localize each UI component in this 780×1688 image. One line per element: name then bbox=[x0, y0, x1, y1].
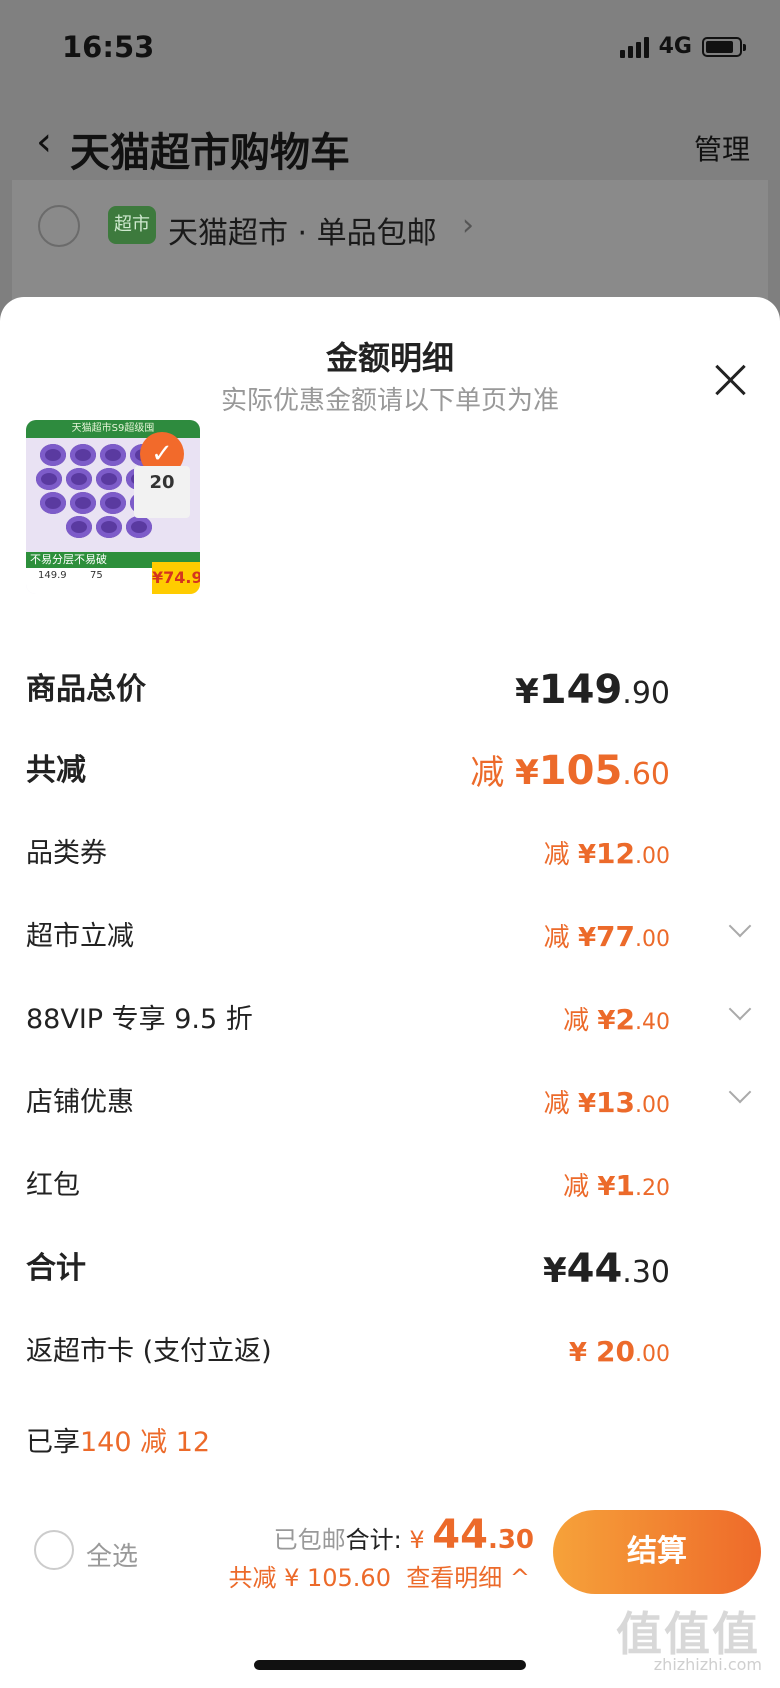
footer-total: 已包邮合计: ¥ 44.30 bbox=[274, 1512, 534, 1558]
amount-prefix: 减 bbox=[543, 840, 578, 870]
amount-yen: ¥ bbox=[515, 753, 539, 793]
detail-row: 合计 ¥44.30 bbox=[26, 1244, 726, 1294]
detail-row[interactable]: 超市立减 减 ¥77.00 bbox=[26, 912, 752, 962]
amount-integer: 44 bbox=[566, 1246, 623, 1292]
battery-icon bbox=[702, 36, 746, 57]
detail-row-amount: ¥149.90 bbox=[515, 665, 670, 723]
amount-integer: 149 bbox=[538, 667, 623, 713]
select-all-radio[interactable] bbox=[34, 1530, 74, 1570]
shop-badge: 超市 bbox=[108, 206, 156, 244]
checkout-button[interactable]: 结算 bbox=[553, 1510, 761, 1594]
close-icon[interactable] bbox=[712, 362, 748, 398]
detail-row[interactable]: 88VIP 专享 9.5 折 减 ¥2.40 bbox=[26, 995, 752, 1045]
watermark-url: zhizhizhi.com bbox=[653, 1655, 762, 1674]
amount-decimal: .60 bbox=[622, 757, 670, 792]
signal-icon bbox=[619, 36, 649, 58]
shop-select-radio[interactable] bbox=[38, 205, 80, 247]
detail-row: 品类券 减 ¥12.00 bbox=[26, 829, 726, 879]
amount-integer: 105 bbox=[538, 748, 623, 794]
product-original-price: 149.9 bbox=[38, 570, 67, 581]
shop-name[interactable]: 天猫超市 · 单品包邮 bbox=[168, 208, 437, 252]
detail-row: 红包 减 ¥1.20 bbox=[26, 1161, 726, 1211]
amount-yen: ¥ bbox=[577, 840, 597, 870]
product-final-price: ¥74.9 bbox=[152, 562, 200, 594]
detail-row: 返超市卡 (支付立返) ¥ 20.00 bbox=[26, 1327, 726, 1377]
amount-decimal: .00 bbox=[635, 1342, 670, 1367]
detail-row-amount: 减 ¥77.00 bbox=[544, 912, 670, 966]
product-discount-price: 75 bbox=[90, 570, 103, 581]
back-icon[interactable]: ‹ bbox=[36, 122, 52, 162]
detail-row-amount: 减 ¥105.60 bbox=[470, 746, 670, 804]
amount-integer: 20 bbox=[596, 1335, 635, 1368]
enjoyed-label: 已享 bbox=[26, 1427, 80, 1458]
amount-yen: ¥ bbox=[542, 1251, 567, 1291]
view-detail-link[interactable]: 查看明细 ^ bbox=[406, 1564, 530, 1592]
amount-integer: 2 bbox=[615, 1003, 635, 1036]
detail-row-amount: 减 ¥13.00 bbox=[544, 1078, 670, 1132]
detail-row-amount: 减 ¥2.40 bbox=[563, 995, 670, 1049]
rebate-card: 20 bbox=[134, 466, 190, 518]
total-label: 合计: bbox=[345, 1526, 402, 1554]
detail-row-label: 店铺优惠 bbox=[26, 1087, 134, 1118]
amount-yen: ¥ bbox=[577, 1089, 597, 1119]
detail-row[interactable]: 店铺优惠 减 ¥13.00 bbox=[26, 1078, 752, 1128]
amount-yen: ¥ bbox=[597, 1172, 616, 1202]
detail-row-label: 返超市卡 (支付立返) bbox=[26, 1336, 272, 1367]
status-time: 16:53 bbox=[62, 30, 155, 64]
amount-prefix: 减 bbox=[470, 753, 516, 793]
enjoyed-row: 已享140 减 12 bbox=[26, 1418, 726, 1468]
detail-row: 商品总价 ¥149.90 bbox=[26, 665, 726, 715]
amount-decimal: .20 bbox=[635, 1176, 670, 1201]
network-label: 4G bbox=[658, 34, 692, 59]
sheet-title: 金额明细 bbox=[325, 339, 454, 377]
amount-yen: ¥ bbox=[577, 923, 597, 953]
status-indicators: 4G bbox=[619, 34, 746, 59]
amount-decimal: .30 bbox=[622, 1255, 670, 1290]
amount-integer: 1 bbox=[615, 1169, 635, 1202]
home-indicator bbox=[254, 1660, 526, 1670]
detail-row: 共减 减 ¥105.60 bbox=[26, 746, 726, 796]
amount-prefix: 减 bbox=[563, 1006, 598, 1036]
select-all-label[interactable]: 全选 bbox=[86, 1536, 138, 1573]
amount-yen: ¥ bbox=[568, 1338, 597, 1368]
amount-decimal: .00 bbox=[635, 844, 670, 869]
detail-row-label: 共减 bbox=[26, 753, 86, 788]
enjoyed-value: 140 减 12 bbox=[80, 1427, 211, 1458]
footer-savings: 共减 ¥ 105.60 查看明细 ^ bbox=[228, 1558, 530, 1593]
amount-integer: 12 bbox=[596, 837, 635, 870]
amount-prefix: 减 bbox=[543, 1089, 578, 1119]
total-yen: ¥ bbox=[409, 1526, 433, 1554]
total-int: 44 bbox=[432, 1512, 488, 1558]
amount-yen: ¥ bbox=[515, 672, 539, 712]
amount-prefix: 减 bbox=[543, 923, 578, 953]
manage-button[interactable]: 管理 bbox=[694, 128, 750, 168]
sheet-subtitle: 实际优惠金额请以下单页为准 bbox=[220, 386, 559, 416]
detail-row-amount: 减 ¥1.20 bbox=[563, 1161, 670, 1215]
amount-yen: ¥ bbox=[597, 1006, 616, 1036]
savings-text: 共减 ¥ 105.60 bbox=[228, 1564, 391, 1592]
detail-row-amount: ¥44.30 bbox=[543, 1244, 670, 1302]
detail-row-amount: ¥ 20.00 bbox=[569, 1327, 670, 1381]
amount-decimal: .00 bbox=[635, 1093, 670, 1118]
amount-prefix: 减 bbox=[563, 1172, 598, 1202]
detail-row-label: 88VIP 专享 9.5 折 bbox=[26, 1004, 253, 1035]
chevron-right-icon: › bbox=[462, 208, 474, 243]
page-title: 天猫超市购物车 bbox=[70, 130, 350, 176]
amount-integer: 77 bbox=[596, 920, 635, 953]
detail-row-label: 红包 bbox=[26, 1170, 80, 1201]
detail-row-label: 合计 bbox=[26, 1251, 86, 1286]
total-dec: .30 bbox=[487, 1525, 534, 1555]
shipping-label: 已包邮 bbox=[273, 1526, 346, 1554]
amount-decimal: .00 bbox=[635, 927, 670, 952]
detail-row-label: 品类券 bbox=[26, 838, 107, 869]
detail-row-amount: 减 ¥12.00 bbox=[544, 829, 670, 883]
detail-row-label: 超市立减 bbox=[26, 921, 134, 952]
detail-row-label: 商品总价 bbox=[26, 672, 146, 707]
amount-decimal: .90 bbox=[622, 676, 670, 711]
amount-integer: 13 bbox=[596, 1086, 635, 1119]
amount-decimal: .40 bbox=[635, 1010, 670, 1035]
